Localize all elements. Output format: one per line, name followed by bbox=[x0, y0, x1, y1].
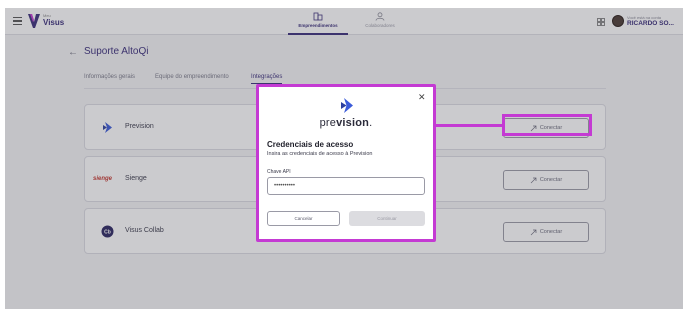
prevision-wordmark: prevision. bbox=[259, 117, 433, 129]
api-key-input[interactable]: •••••••••• bbox=[267, 177, 425, 195]
close-icon[interactable]: ✕ bbox=[418, 92, 426, 103]
api-key-label: Chave API bbox=[267, 169, 291, 175]
wordmark-dot: . bbox=[369, 117, 373, 129]
app-frame: Meu Visus Empreendimentos Colaboradores … bbox=[5, 8, 683, 309]
annotation-connector-line bbox=[434, 124, 503, 127]
prevision-logo-icon bbox=[341, 98, 353, 113]
cancel-button[interactable]: Cancelar bbox=[267, 211, 340, 226]
annotation-highlight-box bbox=[502, 114, 592, 136]
wordmark-bold: vision bbox=[336, 117, 370, 129]
wordmark-pre: pre bbox=[319, 117, 337, 129]
continue-button[interactable]: Continuar bbox=[349, 211, 425, 226]
modal-title: Credenciais de acesso bbox=[267, 140, 354, 149]
credentials-modal: ✕ prevision. Credenciais de acesso Insir… bbox=[256, 84, 436, 242]
modal-subtitle: Insira as credenciais de acesso à Previs… bbox=[267, 151, 373, 157]
